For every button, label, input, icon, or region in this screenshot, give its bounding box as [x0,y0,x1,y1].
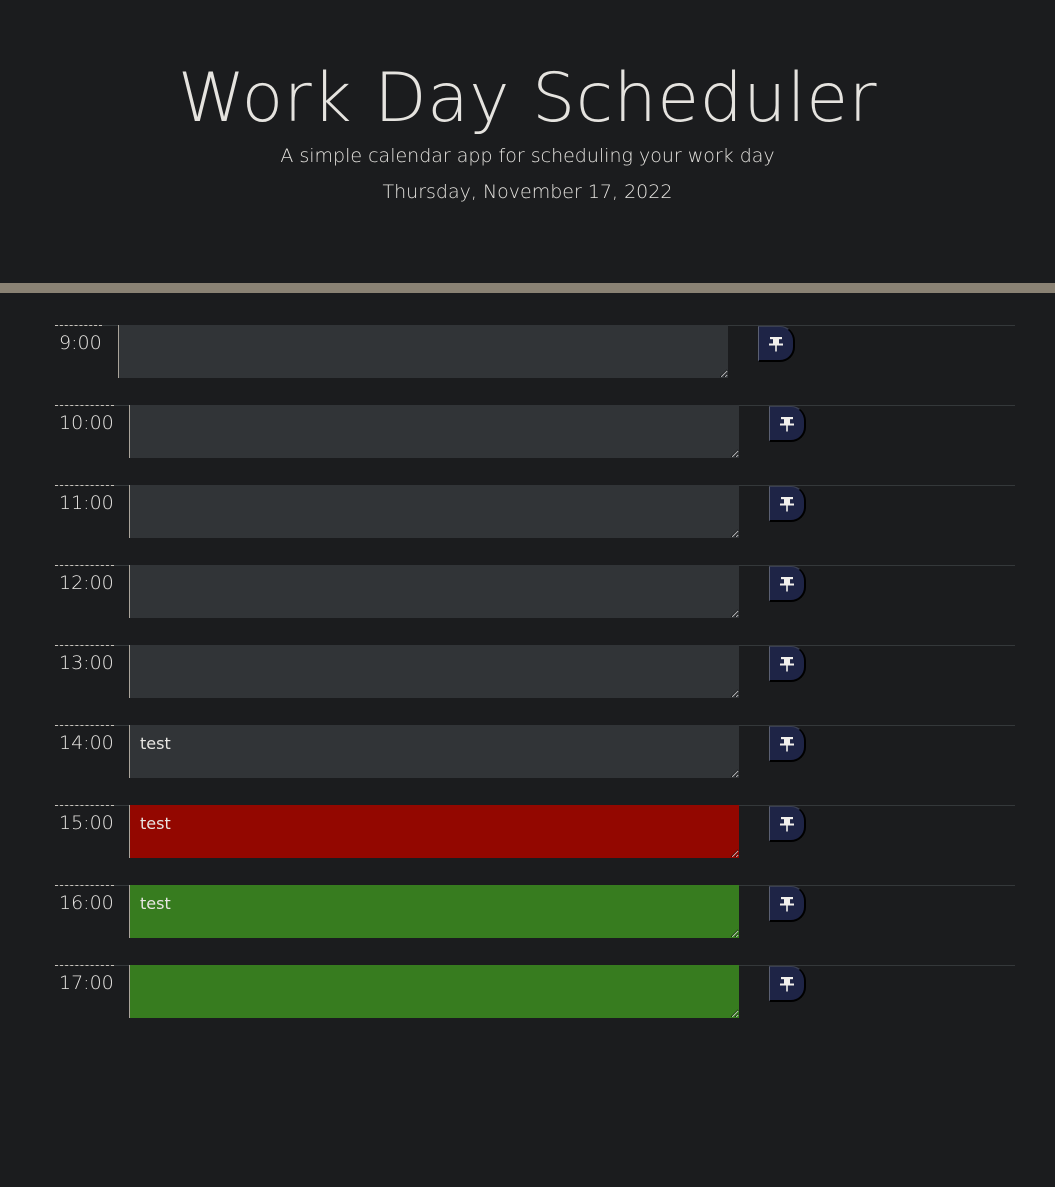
pushpin-icon [780,576,794,591]
event-description[interactable] [129,485,739,538]
time-block: 17:00 [55,965,1015,1019]
hour-label: 14:00 [55,725,114,778]
event-description[interactable] [118,325,728,378]
save-button[interactable] [769,886,806,922]
time-block: 12:00 [55,565,1015,619]
pushpin-icon [780,976,794,991]
pushpin-icon [780,416,794,431]
pushpin-icon [780,816,794,831]
save-button[interactable] [769,646,806,682]
pushpin-icon [780,896,794,911]
save-button[interactable] [769,486,806,522]
pushpin-icon [780,736,794,751]
hour-label: 16:00 [55,885,114,938]
time-block: 14:00 test [55,725,1015,779]
time-block: 13:00 [55,645,1015,699]
time-block: 15:00 test [55,805,1015,859]
time-block: 9:00 [55,325,1015,379]
save-button[interactable] [769,406,806,442]
time-block: 10:00 [55,405,1015,459]
event-description[interactable] [129,565,739,618]
hour-label: 11:00 [55,485,114,538]
hour-label: 12:00 [55,565,114,618]
event-description[interactable] [129,645,739,698]
event-description[interactable]: test [129,885,739,938]
save-button[interactable] [769,806,806,842]
event-description[interactable]: test [129,725,739,778]
time-block: 11:00 [55,485,1015,539]
save-button[interactable] [769,566,806,602]
current-day: Thursday, November 17, 2022 [382,181,673,203]
save-button[interactable] [758,326,795,362]
event-description[interactable] [129,965,739,1018]
page-title: Work Day Scheduler [177,59,878,138]
pushpin-icon [780,496,794,511]
hour-label: 10:00 [55,405,114,458]
hour-label: 15:00 [55,805,114,858]
hour-label: 9:00 [55,325,102,378]
hour-label: 13:00 [55,645,114,698]
hour-label: 17:00 [55,965,114,1018]
pushpin-icon [780,656,794,671]
save-button[interactable] [769,966,806,1002]
page-header: Work Day Scheduler A simple calendar app… [0,0,1055,293]
event-description[interactable] [129,405,739,458]
event-description[interactable]: test [129,805,739,858]
pushpin-icon [769,336,783,351]
page-subtitle: A simple calendar app for scheduling you… [280,145,775,167]
save-button[interactable] [769,726,806,762]
time-block: 16:00 test [55,885,1015,939]
